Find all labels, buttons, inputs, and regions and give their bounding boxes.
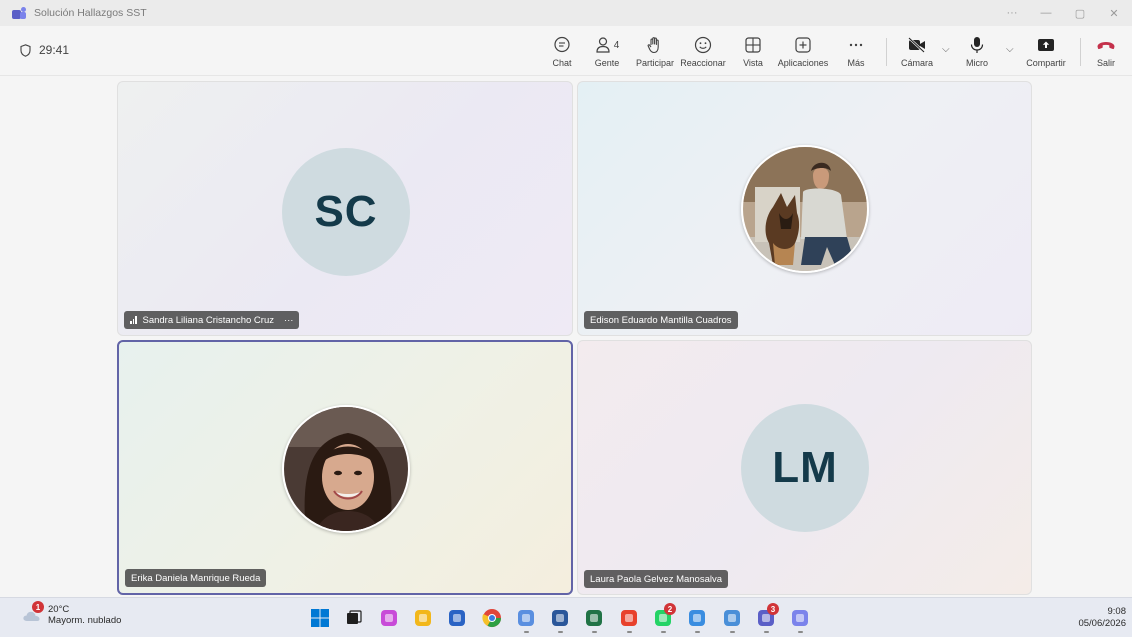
clock-time: 9:08 bbox=[1107, 606, 1127, 617]
timer-text: 29:41 bbox=[39, 43, 70, 57]
avatar: SC bbox=[282, 148, 410, 276]
raise-hand-icon bbox=[647, 37, 659, 54]
copilot-icon[interactable] bbox=[379, 608, 399, 628]
meeting-toolbar: 29:41 Chat 4 Gente Participar Reaccionar… bbox=[0, 26, 1132, 76]
meeting-timer: 29:41 bbox=[20, 43, 69, 57]
close-button[interactable]: ✕ bbox=[1096, 0, 1132, 26]
excel-icon[interactable] bbox=[584, 608, 604, 628]
chrome-icon[interactable] bbox=[482, 608, 502, 628]
running-indicator bbox=[730, 631, 735, 633]
notification-badge: 3 bbox=[767, 603, 779, 615]
window-more-button[interactable]: ··· bbox=[994, 0, 1030, 26]
running-indicator bbox=[592, 631, 597, 633]
participant-name: Sandra Liliana Cristancho Cruz bbox=[142, 314, 274, 326]
leave-button[interactable]: Salir bbox=[1092, 34, 1120, 72]
share-screen-icon bbox=[1038, 39, 1054, 51]
chrome-profile-icon[interactable] bbox=[516, 608, 536, 628]
weather-description: Mayorm. nublado bbox=[48, 615, 122, 626]
more-button[interactable]: Más bbox=[843, 34, 869, 72]
toolbar-divider bbox=[1080, 38, 1081, 66]
weather-widget[interactable]: 1 20°C Mayorm. nublado bbox=[22, 601, 122, 626]
people-button[interactable]: 4 Gente bbox=[591, 34, 623, 72]
participant-name-tag: Laura Paola Gelvez Manosalva bbox=[584, 570, 729, 588]
hang-up-icon bbox=[1097, 42, 1115, 50]
apps-button[interactable]: Aplicaciones bbox=[777, 34, 829, 72]
camera-off-icon bbox=[908, 37, 925, 53]
react-button[interactable]: Reaccionar bbox=[680, 34, 726, 72]
file-explorer-icon[interactable] bbox=[413, 608, 433, 628]
more-icon bbox=[849, 43, 863, 47]
people-icon bbox=[596, 37, 610, 53]
camera-button[interactable]: Cámara bbox=[899, 34, 935, 72]
grid-view-icon bbox=[745, 37, 761, 53]
people-count: 4 bbox=[613, 39, 620, 51]
avatar: LM bbox=[741, 404, 869, 532]
task-view-icon[interactable] bbox=[344, 608, 364, 628]
notification-badge: 2 bbox=[664, 603, 676, 615]
weather-temperature: 20°C bbox=[48, 604, 70, 615]
windows-taskbar: 1 20°C Mayorm. nublado 2 3 9:08 05/06/202… bbox=[0, 597, 1132, 637]
teams-classic-icon[interactable]: 3 bbox=[756, 603, 779, 628]
participant-tile[interactable]: Erika Daniela Manrique Rueda bbox=[117, 340, 573, 595]
running-indicator bbox=[524, 631, 529, 633]
toolbar-divider bbox=[886, 38, 887, 66]
snipping-tool-icon[interactable] bbox=[687, 608, 707, 628]
participant-name-tag: Edison Eduardo Mantilla Cuadros bbox=[584, 311, 738, 329]
participant-tile[interactable]: SC Sandra Liliana Cristancho Cruz ··· bbox=[117, 81, 573, 336]
word-icon[interactable] bbox=[550, 608, 570, 628]
system-clock[interactable]: 9:08 05/06/2026 bbox=[1078, 606, 1126, 630]
shield-icon bbox=[20, 43, 31, 57]
cloud-icon: 1 bbox=[22, 601, 44, 623]
window-title: Solución Hallazgos SST bbox=[34, 7, 147, 19]
acrobat-icon[interactable] bbox=[619, 608, 639, 628]
view-button[interactable]: Vista bbox=[739, 34, 767, 72]
participant-name: Laura Paola Gelvez Manosalva bbox=[590, 573, 723, 585]
smile-icon bbox=[694, 36, 712, 54]
running-indicator bbox=[627, 631, 632, 633]
running-indicator bbox=[764, 631, 769, 633]
whatsapp-icon[interactable]: 2 bbox=[653, 603, 676, 628]
news-icon[interactable] bbox=[722, 608, 742, 628]
add-app-icon bbox=[795, 37, 811, 53]
weather-alert-badge: 1 bbox=[32, 601, 44, 613]
minimize-button[interactable]: — bbox=[1028, 0, 1064, 26]
camera-options-chevron-icon[interactable]: ⌵ bbox=[942, 44, 950, 55]
participant-photo bbox=[741, 145, 869, 273]
video-stage: SC Sandra Liliana Cristancho Cruz ··· Ed… bbox=[0, 77, 1132, 597]
mic-button[interactable]: Micro bbox=[963, 34, 991, 72]
participant-name: Edison Eduardo Mantilla Cuadros bbox=[590, 314, 732, 326]
participant-name-tag: Sandra Liliana Cristancho Cruz ··· bbox=[124, 311, 300, 329]
teams-app-icon bbox=[12, 7, 26, 19]
start-icon[interactable] bbox=[310, 608, 330, 628]
running-indicator bbox=[798, 631, 803, 633]
participant-photo bbox=[282, 405, 410, 533]
chat-button[interactable]: Chat bbox=[550, 34, 574, 72]
clock-date: 05/06/2026 bbox=[1078, 618, 1126, 629]
chat-icon bbox=[554, 36, 570, 53]
participant-name: Erika Daniela Manrique Rueda bbox=[131, 572, 261, 584]
store-icon[interactable] bbox=[447, 608, 467, 628]
restore-button[interactable]: ▢ bbox=[1062, 0, 1098, 26]
participant-name-tag: Erika Daniela Manrique Rueda bbox=[125, 569, 267, 587]
title-bar: Solución Hallazgos SST ··· — ▢ ✕ bbox=[0, 0, 1132, 26]
raise-hand-button[interactable]: Participar bbox=[634, 34, 676, 72]
participant-tile[interactable]: LM Laura Paola Gelvez Manosalva bbox=[577, 340, 1032, 595]
share-button[interactable]: Compartir bbox=[1022, 34, 1070, 72]
teams-icon[interactable] bbox=[790, 608, 810, 628]
participant-tile[interactable]: Edison Eduardo Mantilla Cuadros bbox=[577, 81, 1032, 336]
speaking-indicator-icon bbox=[130, 316, 137, 324]
microphone-icon bbox=[970, 37, 984, 53]
mic-options-chevron-icon[interactable]: ⌵ bbox=[1006, 44, 1014, 55]
running-indicator bbox=[558, 631, 563, 633]
participant-more-options[interactable]: ··· bbox=[284, 315, 294, 326]
man-with-dog-photo bbox=[743, 147, 867, 271]
running-indicator bbox=[661, 631, 666, 633]
running-indicator bbox=[695, 631, 700, 633]
woman-portrait-photo bbox=[284, 407, 408, 531]
